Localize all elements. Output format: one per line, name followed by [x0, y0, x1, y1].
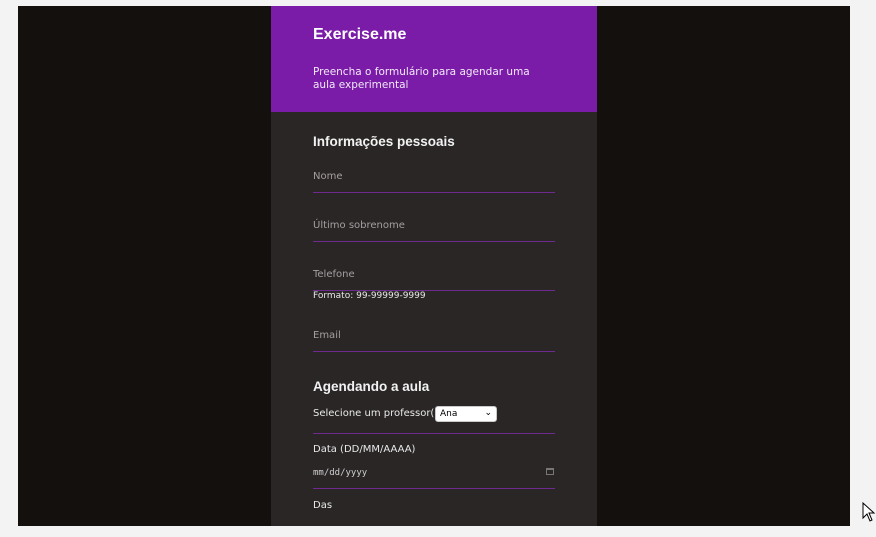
phone-format-hint: Formato: 99-99999-9999 [313, 291, 426, 301]
name-input[interactable]: Nome [313, 166, 555, 193]
teacher-underline-row [313, 433, 555, 434]
mouse-cursor-icon [862, 502, 876, 522]
email-underline [313, 351, 555, 352]
last-name-input[interactable]: Último sobrenome [313, 215, 555, 242]
teacher-selected-value: Ana [440, 409, 458, 419]
teacher-select[interactable]: Ana ⌄ [435, 406, 497, 422]
last-name-placeholder: Último sobrenome [313, 220, 405, 231]
calendar-icon[interactable] [546, 468, 554, 475]
email-input[interactable]: Email [313, 325, 555, 352]
scheduling-title: Agendando a aula [313, 379, 430, 394]
chevron-down-icon: ⌄ [484, 408, 492, 418]
personal-info-title: Informações pessoais [313, 134, 455, 149]
date-underline [313, 488, 555, 489]
form-subtitle: Preencha o formulário para agendar uma a… [313, 66, 530, 91]
name-placeholder: Nome [313, 171, 343, 182]
name-underline [313, 192, 555, 193]
last-name-underline [313, 241, 555, 242]
email-placeholder: Email [313, 330, 341, 341]
form-header: Exercise.me Preencha o formulário para a… [271, 6, 597, 112]
date-input-value: mm/dd/yyyy [313, 468, 368, 478]
teacher-underline [313, 433, 555, 434]
teacher-label: Selecione um professor(a) [313, 408, 445, 419]
start-time-label: Das [313, 500, 333, 511]
app-title: Exercise.me [313, 26, 407, 43]
phone-placeholder: Telefone [313, 269, 355, 280]
browser-viewport: Exercise.me Preencha o formulário para a… [18, 6, 850, 526]
date-label: Data (DD/MM/AAAA) [313, 444, 416, 455]
signup-form: Exercise.me Preencha o formulário para a… [271, 6, 597, 526]
phone-input[interactable]: Telefone [313, 264, 555, 291]
